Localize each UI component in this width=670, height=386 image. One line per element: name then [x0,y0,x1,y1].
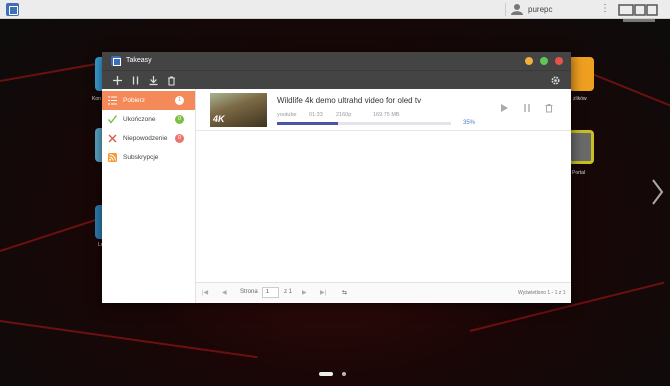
task-quality: 2160p [336,112,352,118]
desktop-app-label: zlików [573,96,587,102]
first-page-icon[interactable]: |◀ [202,289,208,296]
sidebar-item-niepowodzenie[interactable]: Niepowodzenie 0 [102,129,195,148]
takeasy-window: Takeasy Pobierz 1 Ukończone 0 Niepowodze… [102,52,571,303]
user-name[interactable]: purepc [528,5,552,14]
task-source: youtube [277,112,297,118]
download-list: 4K Wildlife 4k demo ultrahd video for ol… [196,89,571,280]
user-icon[interactable] [511,3,523,15]
window-title: Takeasy [126,57,152,64]
task-title: Wildlife 4k demo ultrahd video for oled … [277,96,422,105]
play-icon[interactable] [499,103,509,113]
page-label: Strona [240,289,258,295]
toolbar [102,70,571,89]
sidebar-item-label: Ukończone [123,116,156,123]
page-dot[interactable] [342,372,346,376]
sidebar: Pobierz 1 Ukończone 0 Niepowodzenie 0 Su… [102,89,196,303]
delete-icon[interactable] [544,103,554,113]
refresh-icon[interactable]: ⇆ [342,289,347,296]
prev-page-icon[interactable]: ◀ [222,289,227,296]
count-badge: 0 [175,134,184,143]
progress-percent: 35% [463,120,476,126]
task-row[interactable]: 4K Wildlife 4k demo ultrahd video for ol… [196,89,571,131]
more-icon[interactable]: ⋮ [600,3,610,14]
task-size: 169.75 MB [373,112,400,118]
desktop-app-icon[interactable] [568,130,594,164]
progress-fill [277,122,338,125]
delete-icon[interactable] [165,74,178,87]
pagination-summary: Wyświetlono 1 - 1 z 1 [518,290,566,296]
close-button[interactable] [555,57,563,65]
background-line [0,62,99,82]
app-icon [111,56,121,66]
desktop-app-icon[interactable] [568,57,594,91]
sidebar-item-label: Pobierz [123,97,146,104]
apps-icon[interactable] [6,3,19,16]
title-bar[interactable]: Takeasy [102,52,571,70]
next-page-icon[interactable]: ▶ [302,289,307,296]
progress-bar [277,122,451,125]
maximize-button[interactable] [540,57,548,65]
sidebar-item-ukonczone[interactable]: Ukończone 0 [102,110,195,129]
chevron-right-icon[interactable] [650,178,664,206]
desktop-app-label: Portal [572,170,586,176]
desktop-app-label: Kon [92,96,101,102]
sidebar-item-pobierz[interactable]: Pobierz 1 [102,91,195,110]
page-input[interactable]: 1 [262,287,279,298]
check-icon [108,115,117,124]
sidebar-item-label: Subskrypcje [123,154,159,161]
brand-logo [618,4,658,22]
top-bar: purepc ⋮ [0,0,670,22]
list-icon [108,96,117,105]
task-duration: 01:33 [309,112,323,118]
pause-icon[interactable] [129,74,142,87]
sidebar-item-subskrypcje[interactable]: Subskrypcje [102,148,195,167]
thumbnail-badge: 4K [213,114,225,124]
page-dot-active[interactable] [319,372,333,376]
minimize-button[interactable] [525,57,533,65]
pagination-bar: |◀ ◀ Strona 1 z 1 ▶ ▶| ⇆ Wyświetlono 1 -… [196,282,571,303]
last-page-icon[interactable]: ▶| [320,289,326,296]
pause-icon[interactable] [522,103,532,113]
rss-icon [108,153,117,162]
sidebar-item-label: Niepowodzenie [123,135,168,142]
count-badge: 1 [175,96,184,105]
add-icon[interactable] [111,74,124,87]
count-badge: 0 [175,115,184,124]
settings-icon[interactable] [549,74,562,87]
divider [505,3,506,16]
background-line [0,320,258,359]
video-thumbnail: 4K [210,93,267,127]
cross-icon [108,134,117,143]
download-icon[interactable] [147,74,160,87]
page-total: z 1 [284,289,293,295]
